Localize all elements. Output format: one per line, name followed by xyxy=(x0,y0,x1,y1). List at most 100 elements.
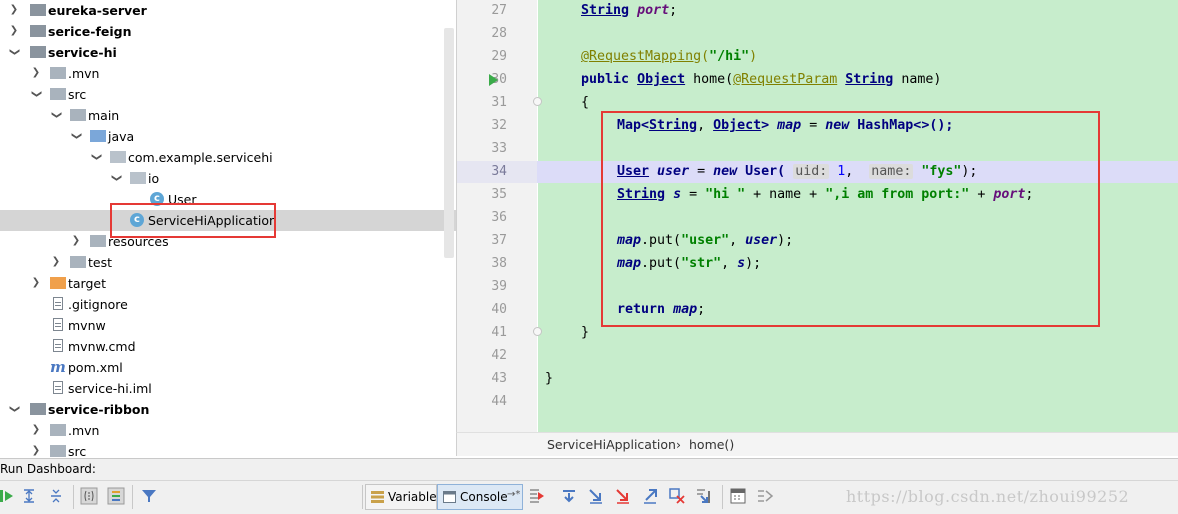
tree-item-pom-xml[interactable]: m pom.xml xyxy=(0,357,456,378)
tree-item-label: test xyxy=(88,255,113,270)
tab-variables-label: Variables xyxy=(388,490,443,504)
tab-variables[interactable]: Variables xyxy=(365,484,443,510)
file-icon xyxy=(50,339,66,353)
tree-item-service-hi-iml[interactable]: service-hi.iml xyxy=(0,378,456,399)
line-number: 33 xyxy=(491,141,507,156)
step-out-icon[interactable] xyxy=(641,487,659,505)
chevron-right-icon[interactable]: ❯ xyxy=(8,24,20,38)
folder-icon xyxy=(50,87,66,101)
package-icon xyxy=(110,150,126,164)
chevron-down-icon[interactable]: ❯ xyxy=(69,130,83,142)
chevron-down-icon[interactable]: ❯ xyxy=(7,403,21,415)
line-number: 28 xyxy=(491,26,507,41)
force-step-into-icon[interactable] xyxy=(614,487,632,505)
fold-marker-icon[interactable] xyxy=(533,327,542,336)
tree-item-label: java xyxy=(108,129,135,144)
group-by-configuration-icon[interactable] xyxy=(107,487,125,505)
tree-item-label: src xyxy=(68,444,87,458)
package-icon xyxy=(130,171,146,185)
run-gutter-icon[interactable] xyxy=(489,74,498,86)
tree-item-src[interactable]: ❯ src xyxy=(0,441,456,458)
run-to-cursor-icon[interactable] xyxy=(695,487,713,505)
chevron-right-icon[interactable]: ❯ xyxy=(70,234,82,248)
run-dashboard-header: Run Dashboard: xyxy=(0,458,1178,480)
breadcrumb: ServiceHiApplication › home() xyxy=(456,432,1178,456)
tree-item-serice-feign[interactable]: ❯ serice-feign xyxy=(0,21,456,42)
run-icon[interactable] xyxy=(0,487,18,505)
line-number: 39 xyxy=(491,279,507,294)
code-line-30: public Object home(@RequestParam String … xyxy=(581,72,942,87)
tree-item-mvnw[interactable]: mvnw xyxy=(0,315,456,336)
line-number: 43 xyxy=(491,371,507,386)
chevron-right-icon[interactable]: ❯ xyxy=(30,423,42,437)
tree-item-src[interactable]: ❯ src xyxy=(0,84,456,105)
tree-item-label: main xyxy=(88,108,120,123)
tree-item-service-hi[interactable]: ❯ service-hi xyxy=(0,42,456,63)
file-icon xyxy=(50,381,66,395)
show-execution-point-icon[interactable] xyxy=(528,487,546,505)
module-folder-icon xyxy=(30,3,46,17)
chevron-down-icon[interactable]: ❯ xyxy=(109,172,123,184)
drop-frame-icon[interactable] xyxy=(668,487,686,505)
excluded-folder-icon xyxy=(50,276,66,290)
toolbar-separator xyxy=(722,485,723,509)
fold-marker-icon[interactable] xyxy=(533,97,542,106)
folder-icon xyxy=(50,423,66,437)
tree-item-io[interactable]: ❯ io xyxy=(0,168,456,189)
chevron-right-icon[interactable]: ❯ xyxy=(30,276,42,290)
toolbar-separator xyxy=(362,485,363,509)
tree-scrollbar[interactable] xyxy=(444,28,454,258)
trace-current-stream-icon[interactable] xyxy=(756,487,774,505)
chevron-down-icon[interactable]: ❯ xyxy=(29,88,43,100)
evaluate-expression-icon[interactable] xyxy=(729,487,747,505)
console-icon xyxy=(443,491,456,503)
tree-item-mvn[interactable]: ❯ .mvn xyxy=(0,63,456,84)
tree-item-java[interactable]: ❯ java xyxy=(0,126,456,147)
line-number: 40 xyxy=(491,302,507,317)
tree-item-label: service-hi.iml xyxy=(68,381,152,396)
breadcrumb-class[interactable]: ServiceHiApplication xyxy=(547,437,676,452)
code-line-31: { xyxy=(581,95,590,110)
code-line-29: @RequestMapping("/hi") xyxy=(581,49,758,64)
chevron-down-icon[interactable]: ❯ xyxy=(7,46,21,58)
breadcrumb-method[interactable]: home() xyxy=(689,437,734,452)
tree-item-main[interactable]: ❯ main xyxy=(0,105,456,126)
group-by-type-icon[interactable] xyxy=(80,487,98,505)
breadcrumb-separator-icon: › xyxy=(676,437,681,452)
expand-all-icon[interactable] xyxy=(20,487,38,505)
tree-item-eureka-server[interactable]: ❯ eureka-server xyxy=(0,0,456,21)
step-over-icon[interactable] xyxy=(560,487,578,505)
toolbar-separator xyxy=(132,485,133,509)
chevron-right-icon[interactable]: ❯ xyxy=(30,444,42,458)
tree-item-service-ribbon[interactable]: ❯ service-ribbon xyxy=(0,399,456,420)
tree-item-test[interactable]: ❯ test xyxy=(0,252,456,273)
source-folder-icon xyxy=(90,129,106,143)
code-editor[interactable]: 27 28 29 30 31 32 33 34 35 36 37 38 39 4… xyxy=(456,0,1178,432)
tree-item-mvn[interactable]: ❯ .mvn xyxy=(0,420,456,441)
line-number: 38 xyxy=(491,256,507,271)
tree-item-package[interactable]: ❯ com.example.servicehi xyxy=(0,147,456,168)
line-number: 35 xyxy=(491,187,507,202)
collapse-all-icon[interactable] xyxy=(47,487,65,505)
chevron-down-icon[interactable]: ❯ xyxy=(49,109,63,121)
chevron-right-icon[interactable]: ❯ xyxy=(50,255,62,269)
tree-item-target[interactable]: ❯ target xyxy=(0,273,456,294)
watermark: https://blog.csdn.net/zhoui99252 xyxy=(846,487,1130,506)
maven-icon: m xyxy=(50,358,66,376)
chevron-down-icon[interactable]: ❯ xyxy=(89,151,103,163)
tree-item-mvnw-cmd[interactable]: mvnw.cmd xyxy=(0,336,456,357)
tree-item-gitignore[interactable]: .gitignore xyxy=(0,294,456,315)
step-into-icon[interactable] xyxy=(587,487,605,505)
folder-icon xyxy=(50,66,66,80)
chevron-right-icon[interactable]: ❯ xyxy=(8,3,20,17)
resources-folder-icon xyxy=(90,234,106,248)
tree-item-label: mvnw.cmd xyxy=(68,339,136,354)
run-dashboard-toolbar: Variables Console →* https://blog.csdn.n… xyxy=(0,480,1178,514)
filter-icon[interactable] xyxy=(140,487,158,505)
chevron-right-icon[interactable]: ❯ xyxy=(30,66,42,80)
folder-icon xyxy=(50,444,66,458)
tab-console[interactable]: Console →* xyxy=(437,484,523,510)
module-folder-icon xyxy=(30,402,46,416)
line-number: 44 xyxy=(491,394,507,409)
tree-item-label: serice-feign xyxy=(48,24,132,39)
